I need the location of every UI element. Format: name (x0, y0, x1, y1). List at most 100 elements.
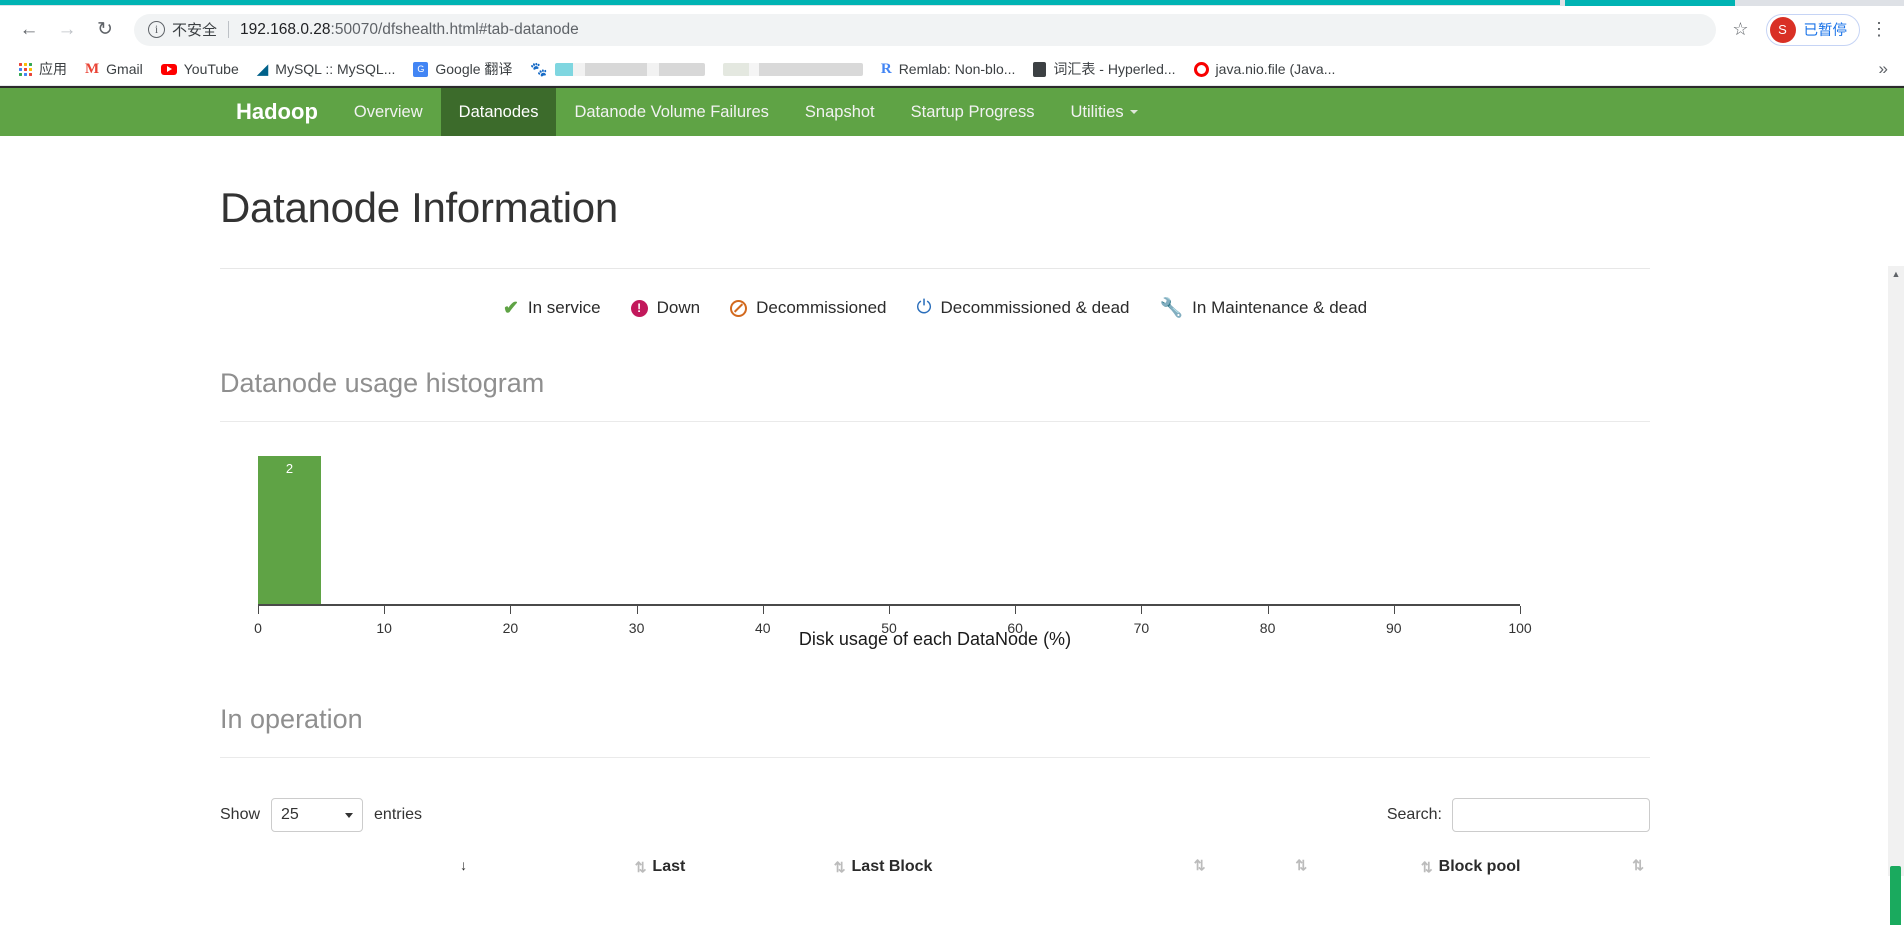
x-axis-tick (1141, 606, 1143, 614)
back-button[interactable]: ← (12, 13, 46, 47)
omnibox-divider (228, 21, 230, 38)
column-header-node[interactable]: ↓ (220, 858, 479, 872)
column-header-last-contact[interactable]: ⇅ Last (479, 858, 693, 876)
legend-item-decommissioned: Decommissioned (730, 298, 886, 318)
bookmark-gmail[interactable]: M Gmail (76, 56, 152, 82)
nav-item-label: Snapshot (804, 102, 875, 121)
chevron-down-icon (345, 812, 354, 818)
nav-item-startup-progress[interactable]: Startup Progress (893, 88, 1053, 136)
oracle-icon (1193, 61, 1209, 77)
entries-label: entries (374, 806, 423, 823)
nav-item-overview[interactable]: Overview (336, 88, 441, 136)
search-label: Search: (1386, 806, 1442, 823)
remlab-icon: R (880, 60, 892, 77)
scrollbar-thumb[interactable] (1890, 866, 1901, 925)
nav-item-snapshot[interactable]: Snapshot (787, 88, 893, 136)
column-header-version[interactable]: ⇅ (1530, 858, 1650, 872)
content-container: Datanode Information ✔ In service ! Down… (220, 184, 1650, 876)
url-host: 192.168.0.28 (240, 20, 331, 38)
histogram-divider (220, 421, 1650, 422)
google-translate-icon: G (413, 61, 429, 77)
browser-menu-button[interactable]: ⋮ (1866, 19, 1892, 40)
nav-item-datanodes[interactable]: Datanodes (440, 88, 557, 136)
column-label: Block pool (1438, 858, 1521, 875)
power-off-icon: ⏻ (916, 297, 932, 318)
bookmark-star-button[interactable]: ☆ (1726, 15, 1756, 45)
youtube-icon (160, 63, 177, 75)
tab-strip[interactable] (0, 0, 1904, 6)
bookmark-label: java.nio.file (Java... (1215, 61, 1336, 77)
sort-icon: ⇅ (1420, 859, 1433, 875)
bookmark-apps[interactable]: 应用 (10, 56, 76, 82)
bookmark-redacted-1[interactable]: 🐾 (521, 56, 713, 82)
column-header-blocks[interactable]: ⇅ (1221, 858, 1321, 872)
active-tab-indicator[interactable] (1565, 0, 1735, 6)
nav-item-label: Datanodes (458, 102, 539, 121)
search-input[interactable] (1452, 798, 1650, 832)
back-arrow-icon: ← (19, 18, 39, 40)
bookmark-label: MySQL :: MySQL... (275, 61, 396, 77)
bookmark-mysql[interactable]: ◢ MySQL :: MySQL... (248, 56, 405, 82)
kebab-menu-icon: ⋮ (1870, 19, 1888, 40)
legend-item-decommissioned-dead: ⏻ Decommissioned & dead (916, 297, 1129, 319)
x-axis-tick (1393, 606, 1395, 614)
x-axis-tick (1015, 606, 1017, 614)
page-scrollbar[interactable]: ▲ (1888, 266, 1904, 925)
forward-button[interactable]: → (50, 13, 84, 47)
nav-item-utilities[interactable]: Utilities (1052, 88, 1155, 136)
nav-item-label: Startup Progress (910, 102, 1035, 121)
bookmark-label: 词汇表 - Hyperled... (1053, 61, 1176, 77)
page-title: Datanode Information (220, 184, 618, 231)
reload-button[interactable]: ↻ (88, 13, 122, 47)
nav-item-label: Overview (353, 102, 423, 121)
bookmark-label: YouTube (183, 61, 239, 77)
sort-icon: ⇅ (1295, 857, 1307, 873)
bookmarks-overflow-button[interactable]: » (1879, 59, 1894, 79)
search-control: Search: (1387, 798, 1650, 832)
in-operation-divider (220, 757, 1650, 758)
legend-item-in-service: ✔ In service (503, 297, 601, 320)
datatable-controls: Show 25 entries Search: (220, 798, 1650, 832)
mysql-dolphin-icon: ◢ (256, 61, 269, 78)
profile-button[interactable]: S 已暂停 (1765, 13, 1860, 46)
x-axis-tick (762, 606, 764, 614)
page-length-value: 25 (281, 806, 299, 823)
wrench-icon: 🔧 (1159, 298, 1184, 319)
baidu-icon: 🐾 (530, 60, 548, 77)
bookmarks-bar: 应用 M Gmail YouTube ◢ MySQL :: MySQL... G… (0, 53, 1904, 86)
histogram-bar[interactable]: 2 (258, 456, 322, 604)
bookmark-java-nio-file[interactable]: java.nio.file (Java... (1185, 56, 1345, 82)
x-axis-title: Disk usage of each DataNode (%) (798, 629, 1072, 649)
column-label: Last Block (851, 858, 933, 875)
bookmark-label: 应用 (39, 61, 67, 77)
ban-icon (730, 299, 748, 317)
nav-item-datanode-volume-failures[interactable]: Datanode Volume Failures (556, 88, 786, 136)
column-header-last-block-report[interactable]: ⇅ Last Block (693, 858, 942, 876)
bookmark-redacted-2[interactable] (714, 56, 872, 82)
brand-label: Hadoop (236, 99, 318, 124)
page-length-select[interactable]: 25 (271, 798, 364, 832)
column-header-capacity[interactable]: ⇅ (942, 858, 1221, 872)
page-length-control: Show 25 entries (220, 798, 422, 832)
apps-grid-icon (19, 62, 32, 76)
show-label: Show (220, 806, 261, 823)
redacted-bookmark-label (722, 62, 863, 76)
sort-asc-icon: ↓ (460, 857, 467, 873)
bookmark-remlab[interactable]: R Remlab: Non-blo... (872, 56, 1025, 82)
datanode-usage-histogram: 2 0 10 20 30 40 50 60 70 80 90 100 Disk usage of e… (220, 456, 1650, 656)
hadoop-brand[interactable]: Hadoop (218, 88, 336, 136)
legend-label: Decommissioned (756, 298, 887, 317)
nav-item-label: Utilities (1070, 102, 1124, 121)
bookmark-youtube[interactable]: YouTube (152, 56, 248, 82)
scroll-up-button[interactable]: ▲ (1888, 266, 1904, 282)
in-operation-heading: In operation (220, 704, 363, 734)
hadoop-navbar: Hadoop Overview Datanodes Datanode Volum… (0, 86, 1904, 136)
bookmark-google-translate[interactable]: G Google 翻译 (404, 56, 521, 82)
bookmark-glossary[interactable]: 词汇表 - Hyperled... (1024, 56, 1184, 82)
x-axis-tick (889, 606, 890, 614)
site-info-icon[interactable]: i (148, 21, 165, 38)
address-bar[interactable]: i 不安全 192.168.0.28:50070/dfshealth.html#… (134, 13, 1716, 46)
chevron-double-right-icon: » (1878, 59, 1888, 78)
url-path: :50070/dfshealth.html#tab-datanode (330, 20, 579, 38)
column-header-block-pool-used[interactable]: ⇅ Block pool (1321, 858, 1530, 876)
